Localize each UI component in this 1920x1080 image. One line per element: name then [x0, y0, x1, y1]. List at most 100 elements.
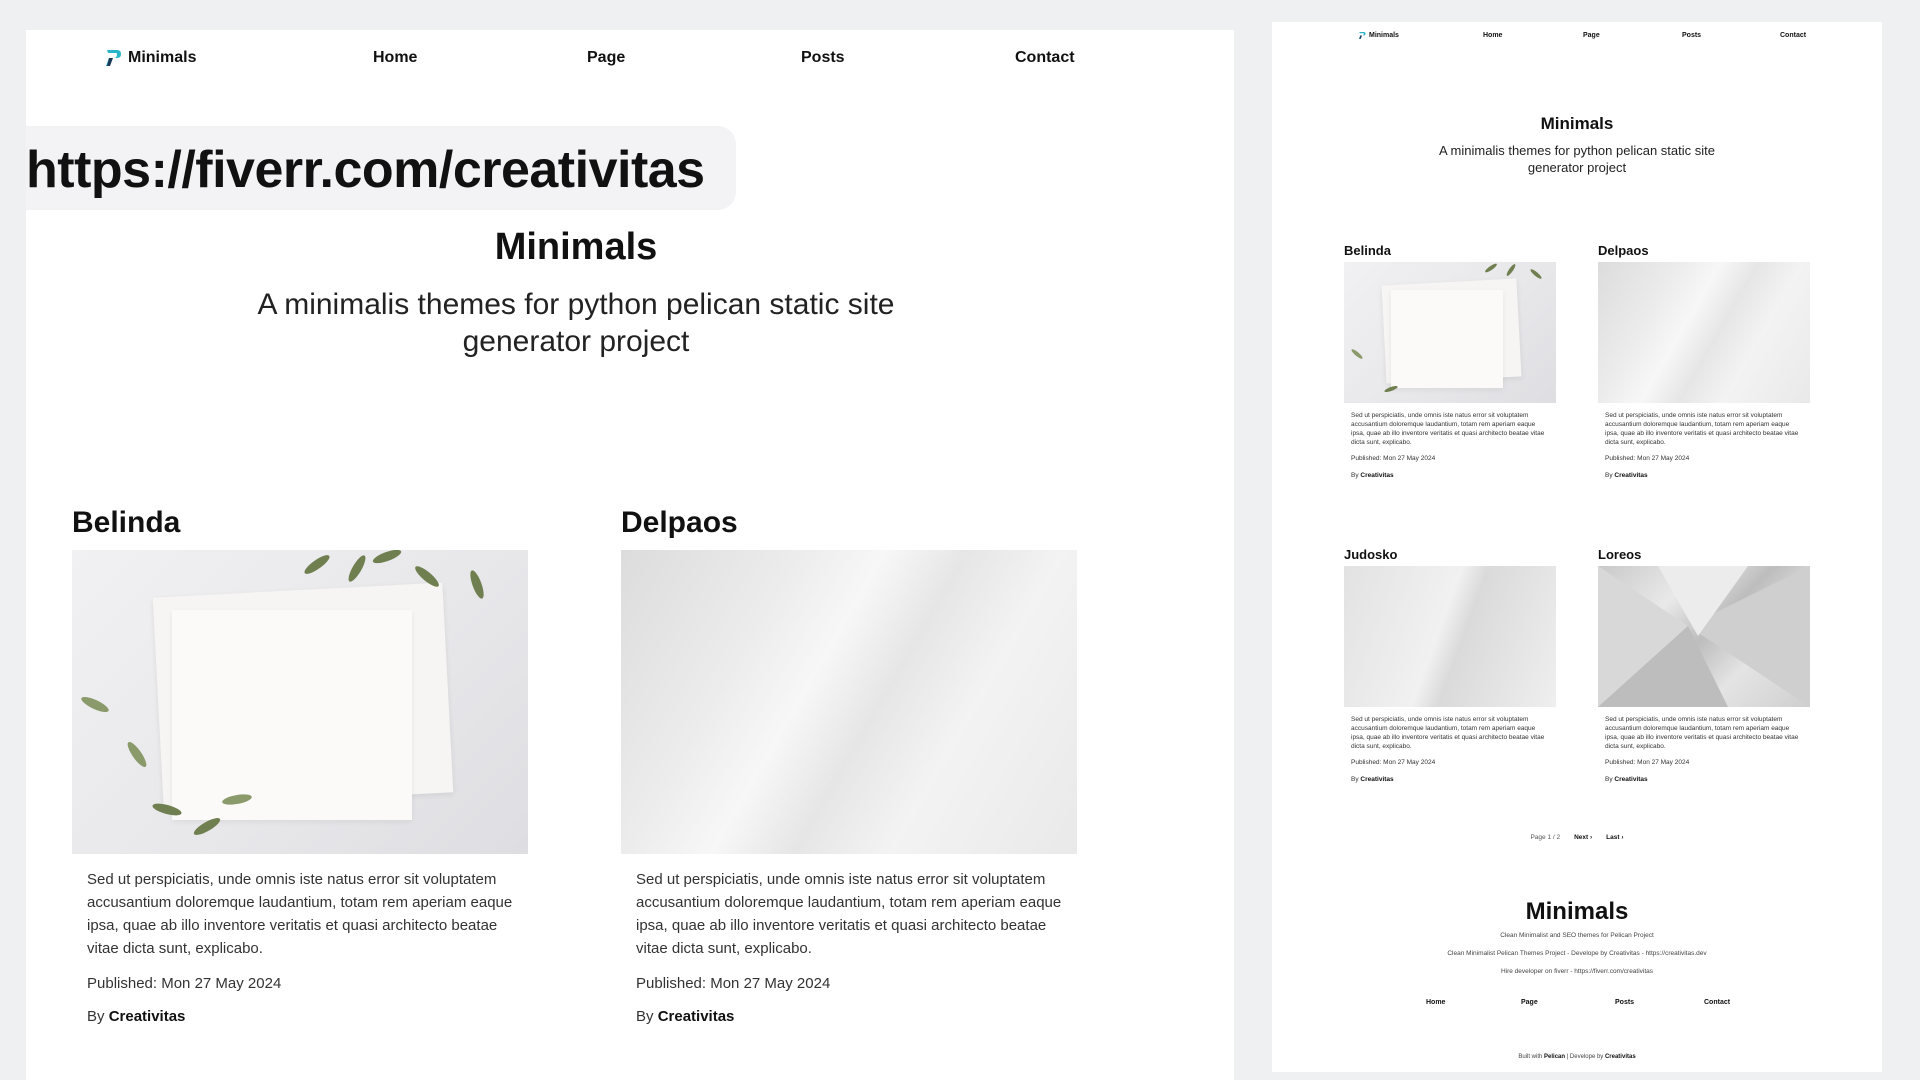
footer-link-home[interactable]: Home — [1426, 999, 1445, 1006]
next-label: Next — [1574, 834, 1589, 841]
nav-posts[interactable]: Posts — [801, 49, 845, 67]
post-title[interactable]: Belinda — [1344, 243, 1556, 258]
post-excerpt: Sed ut perspiciatis, unde omnis iste nat… — [1351, 412, 1545, 446]
url-banner: https://fiverr.com/creativitas — [26, 126, 736, 210]
leaf-shape — [1350, 347, 1364, 361]
leaf-shape — [467, 568, 487, 601]
nav-page[interactable]: Page — [587, 49, 625, 67]
post-author[interactable]: Creativitas — [1360, 472, 1393, 479]
leaf-shape — [345, 553, 369, 584]
nav-contact[interactable]: Contact — [1015, 49, 1075, 67]
post-published: Published: Mon 27 May 2024 — [1351, 759, 1436, 766]
hero-title: Minimals — [1540, 114, 1614, 133]
post-body: Sed ut perspiciatis, unde omnis iste nat… — [72, 854, 528, 1025]
hero-subtitle: A minimalis themes for python pelican st… — [1438, 143, 1715, 175]
built-mid: | Develope by — [1566, 1054, 1604, 1060]
nav-contact[interactable]: Contact — [1780, 32, 1806, 39]
post-title[interactable]: Delpaos — [621, 506, 1077, 540]
byline-prefix: By — [1605, 472, 1613, 479]
nav-home[interactable]: Home — [373, 49, 417, 67]
post-title[interactable]: Judosko — [1344, 547, 1556, 562]
leaf-shape — [1383, 384, 1399, 394]
nav-page[interactable]: Page — [1583, 32, 1600, 39]
post-byline: By Creativitas — [1351, 472, 1549, 479]
post-card[interactable]: Loreos Sed ut perspiciatis, unde omnis i… — [1598, 547, 1810, 783]
built-author-link[interactable]: Creativitas — [1605, 1054, 1636, 1060]
post-card[interactable]: Judosko Sed ut perspiciatis, unde omnis … — [1344, 547, 1556, 783]
brand[interactable]: Minimals — [104, 48, 196, 68]
post-card[interactable]: Belinda Sed ut perspiciatis, unde omnis … — [1344, 243, 1556, 479]
byline-prefix: By — [1351, 776, 1359, 783]
byline-prefix: By — [87, 1008, 105, 1025]
post-image-paper-leaves[interactable] — [1344, 262, 1556, 403]
post-card[interactable]: Delpaos Sed ut perspiciatis, unde omnis … — [621, 506, 1077, 1025]
paper-shape — [1391, 290, 1503, 388]
footer-project-line: Clean Minimalist Pelican Themes Project … — [1447, 950, 1707, 957]
pagination: Page 1 / 2 Next › Last › — [1272, 834, 1882, 841]
post-author[interactable]: Creativitas — [1360, 776, 1393, 783]
post-body: Sed ut perspiciatis, unde omnis iste nat… — [1344, 403, 1556, 479]
last-label: Last — [1606, 834, 1620, 841]
built-prefix: Built with — [1518, 1054, 1543, 1060]
post-image-paper-leaves[interactable] — [72, 550, 528, 854]
page-status: Page 1 / 2 — [1530, 834, 1561, 841]
next-page-link[interactable]: Next › — [1574, 834, 1592, 841]
chevron-right-icon: › — [1590, 834, 1593, 841]
post-image-grey-polygons[interactable] — [1598, 566, 1810, 707]
footer-link-posts[interactable]: Posts — [1615, 999, 1634, 1006]
nav-posts[interactable]: Posts — [1682, 32, 1701, 39]
footer-link-contact[interactable]: Contact — [1704, 999, 1730, 1006]
leaf-shape — [371, 550, 403, 566]
nav-home[interactable]: Home — [1483, 32, 1502, 39]
main-preview-panel: Minimals Home Page Posts Contact https:/… — [26, 30, 1234, 1080]
byline-prefix: By — [1351, 472, 1359, 479]
post-published: Published: Mon 27 May 2024 — [1605, 455, 1690, 462]
leaf-shape — [1529, 267, 1543, 281]
leaf-shape — [1505, 263, 1517, 277]
post-body: Sed ut perspiciatis, unde omnis iste nat… — [1598, 403, 1810, 479]
post-excerpt: Sed ut perspiciatis, unde omnis iste nat… — [1605, 412, 1799, 446]
post-byline: By Creativitas — [1605, 776, 1803, 783]
footer-hire-line: Hire developer on fiverr - https://fiver… — [1500, 968, 1654, 975]
byline-prefix: By — [636, 1008, 654, 1025]
full-page-preview-panel: Minimals Home Page Posts Contact Minimal… — [1272, 22, 1882, 1072]
post-byline: By Creativitas — [87, 1008, 513, 1025]
leaf-shape — [302, 552, 332, 577]
hero-title: Minimals — [494, 226, 658, 268]
post-excerpt: Sed ut perspiciatis, unde omnis iste nat… — [636, 871, 1062, 957]
post-author[interactable]: Creativitas — [109, 1008, 186, 1025]
post-card[interactable]: Belinda Sed ut perspiciatis, unde omnis … — [72, 506, 528, 1025]
leaf-shape — [124, 739, 150, 770]
post-body: Sed ut perspiciatis, unde omnis iste nat… — [621, 854, 1077, 1025]
post-image-white-wall[interactable] — [1344, 566, 1556, 707]
post-author[interactable]: Creativitas — [1614, 472, 1647, 479]
chevron-right-icon: › — [1621, 834, 1624, 841]
footer-title: Minimals — [1525, 898, 1629, 925]
brand-name: Minimals — [128, 49, 197, 66]
post-byline: By Creativitas — [1351, 776, 1549, 783]
post-published: Published: Mon 27 May 2024 — [1351, 455, 1436, 462]
post-published: Published: Mon 27 May 2024 — [1605, 759, 1690, 766]
post-byline: By Creativitas — [636, 1008, 1062, 1025]
footer-tagline: Clean Minimalist and SEO themes for Peli… — [1500, 932, 1654, 939]
last-page-link[interactable]: Last › — [1606, 834, 1623, 841]
built-tool-link[interactable]: Pelican — [1544, 1054, 1565, 1060]
post-byline: By Creativitas — [1605, 472, 1803, 479]
post-author[interactable]: Creativitas — [1614, 776, 1647, 783]
post-image-white-curve[interactable] — [621, 550, 1077, 854]
footer-link-page[interactable]: Page — [1521, 999, 1538, 1006]
post-title[interactable]: Loreos — [1598, 547, 1810, 562]
banner-url[interactable]: https://fiverr.com/creativitas — [26, 140, 705, 200]
post-image-white-curve[interactable] — [1598, 262, 1810, 403]
brand-logo-icon — [106, 50, 121, 66]
brand[interactable]: Minimals — [1358, 31, 1399, 40]
hero-subtitle: A minimalis themes for python pelican st… — [257, 288, 895, 358]
post-excerpt: Sed ut perspiciatis, unde omnis iste nat… — [1351, 716, 1545, 750]
post-title[interactable]: Delpaos — [1598, 243, 1810, 258]
post-title[interactable]: Belinda — [72, 506, 528, 540]
post-card[interactable]: Delpaos Sed ut perspiciatis, unde omnis … — [1598, 243, 1810, 479]
brand-name: Minimals — [1369, 32, 1399, 39]
post-excerpt: Sed ut perspiciatis, unde omnis iste nat… — [87, 871, 513, 957]
post-body: Sed ut perspiciatis, unde omnis iste nat… — [1344, 707, 1556, 783]
post-author[interactable]: Creativitas — [658, 1008, 735, 1025]
